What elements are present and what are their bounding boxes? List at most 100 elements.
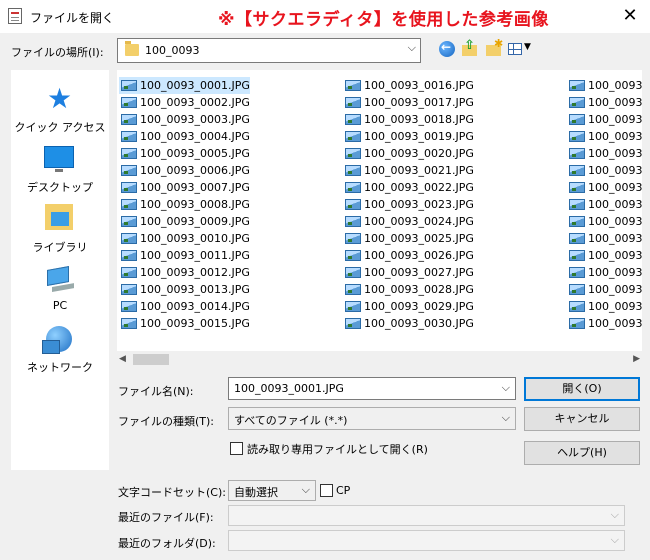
file-item[interactable]: 100_0093_0004.JPG <box>119 128 250 145</box>
jpg-image-icon <box>569 301 585 312</box>
file-item[interactable]: 100_0093_0017.JPG <box>343 94 474 111</box>
file-name: 100_0093_0004.JPG <box>140 130 250 143</box>
file-item[interactable]: 100_0093_0002.JPG <box>119 94 250 111</box>
file-name-truncated: 100_0093_0 <box>588 215 642 228</box>
help-button[interactable]: ヘルプ(H) <box>524 441 640 465</box>
file-item[interactable]: 100_0093_0012.JPG <box>119 264 250 281</box>
file-item[interactable]: 100_0093_0021.JPG <box>343 162 474 179</box>
file-item[interactable]: 100_0093_0008.JPG <box>119 196 250 213</box>
back-button[interactable] <box>437 40 457 58</box>
file-item[interactable]: 100_0093_0 <box>567 94 642 111</box>
jpg-image-icon <box>345 148 361 159</box>
recent-file-combobox[interactable]: ⌵ <box>228 505 625 526</box>
file-name-truncated: 100_0093_0 <box>588 130 642 143</box>
file-item[interactable]: 100_0093_0010.JPG <box>119 230 250 247</box>
file-item[interactable]: 100_0093_0011.JPG <box>119 247 250 264</box>
file-name-truncated: 100_0093_0 <box>588 232 642 245</box>
view-menu-button[interactable]: ▼ <box>507 40 533 58</box>
file-item[interactable]: 100_0093_0019.JPG <box>343 128 474 145</box>
file-item[interactable]: 100_0093_0 <box>567 162 642 179</box>
file-item[interactable]: 100_0093_0009.JPG <box>119 213 250 230</box>
file-name-truncated: 100_0093_0 <box>588 249 642 262</box>
chevron-down-icon[interactable]: ⌵ <box>502 381 510 395</box>
file-item[interactable]: 100_0093_0006.JPG <box>119 162 250 179</box>
jpg-image-icon <box>345 97 361 108</box>
file-item[interactable]: 100_0093_0030.JPG <box>343 315 474 332</box>
back-arrow-icon <box>439 40 455 57</box>
file-item[interactable]: 100_0093_0020.JPG <box>343 145 474 162</box>
file-item[interactable]: 100_0093_0018.JPG <box>343 111 474 128</box>
readonly-checkbox[interactable] <box>230 442 243 455</box>
file-item[interactable]: 100_0093_0 <box>567 145 642 162</box>
file-item[interactable]: 100_0093_0016.JPG <box>343 77 474 94</box>
file-name: 100_0093_0026.JPG <box>364 249 474 262</box>
jpg-image-icon <box>345 80 361 91</box>
jpg-image-icon <box>121 284 137 295</box>
file-list[interactable]: 100_0093_0001.JPG 100_0093_0002.JPG 100_00… <box>117 70 642 368</box>
filetype-combobox[interactable]: すべてのファイル (*.*) ⌵ <box>228 407 516 430</box>
cancel-button[interactable]: キャンセル <box>524 407 640 431</box>
file-item[interactable]: 100_0093_0 <box>567 213 642 230</box>
cp-checkbox[interactable] <box>320 484 333 497</box>
horizontal-scrollbar[interactable]: ◀ ▶ <box>117 351 642 368</box>
scroll-left-icon[interactable]: ◀ <box>119 354 126 364</box>
up-one-level-button[interactable]: ⇧ <box>461 38 481 58</box>
jpg-image-icon <box>121 301 137 312</box>
file-item[interactable]: 100_0093_0 <box>567 111 642 128</box>
open-button[interactable]: 開く(O) <box>524 377 640 401</box>
file-item[interactable]: 100_0093_0023.JPG <box>343 196 474 213</box>
file-name-truncated: 100_0093_0 <box>588 283 642 296</box>
file-item[interactable]: 100_0093_0 <box>567 298 642 315</box>
window-title: ファイルを開く <box>30 11 115 25</box>
jpg-image-icon <box>121 216 137 227</box>
file-item[interactable]: 100_0093_0 <box>567 196 642 213</box>
new-folder-button[interactable]: ✱ <box>484 37 504 58</box>
look-in-combobox[interactable]: 100_0093 ⌵ <box>117 38 421 63</box>
place-network[interactable]: ネットワーク <box>11 318 109 378</box>
file-name: 100_0093_0010.JPG <box>140 232 250 245</box>
file-item[interactable]: 100_0093_0015.JPG <box>119 315 250 332</box>
filename-label: ファイル名(N): <box>118 385 194 398</box>
jpg-image-icon <box>569 199 585 210</box>
file-item[interactable]: 100_0093_0005.JPG <box>119 145 250 162</box>
file-item[interactable]: 100_0093_0013.JPG <box>119 281 250 298</box>
file-item[interactable]: 100_0093_0025.JPG <box>343 230 474 247</box>
jpg-image-icon <box>121 182 137 193</box>
filename-combobox[interactable]: 100_0093_0001.JPG ⌵ <box>228 377 516 400</box>
file-item[interactable]: 100_0093_0027.JPG <box>343 264 474 281</box>
file-item[interactable]: 100_0093_0029.JPG <box>343 298 474 315</box>
charset-combobox[interactable]: 自動選択 ⌵ <box>228 480 316 501</box>
file-item[interactable]: 100_0093_0003.JPG <box>119 111 250 128</box>
jpg-image-icon <box>345 233 361 244</box>
scroll-right-icon[interactable]: ▶ <box>633 354 640 364</box>
jpg-image-icon <box>121 80 137 91</box>
file-item[interactable]: 100_0093_0 <box>567 315 642 332</box>
scrollbar-thumb[interactable] <box>133 354 169 365</box>
file-item[interactable]: 100_0093_0024.JPG <box>343 213 474 230</box>
file-name: 100_0093_0006.JPG <box>140 164 250 177</box>
places-bar: ★ クイック アクセス デスクトップ ライブラリ PC ネットワーク <box>11 70 109 470</box>
desktop-icon <box>44 146 74 172</box>
place-desktop[interactable]: デスクトップ <box>11 138 109 198</box>
file-item[interactable]: 100_0093_0014.JPG <box>119 298 250 315</box>
file-item[interactable]: 100_0093_0 <box>567 179 642 196</box>
file-item[interactable]: 100_0093_0001.JPG <box>119 77 250 94</box>
place-library[interactable]: ライブラリ <box>11 198 109 258</box>
place-quick-access[interactable]: ★ クイック アクセス <box>11 78 109 138</box>
file-item[interactable]: 100_0093_0 <box>567 230 642 247</box>
recent-folder-combobox[interactable]: ⌵ <box>228 530 625 551</box>
file-item[interactable]: 100_0093_0 <box>567 264 642 281</box>
place-pc[interactable]: PC <box>11 258 109 318</box>
file-item[interactable]: 100_0093_0 <box>567 281 642 298</box>
file-name-truncated: 100_0093_0 <box>588 96 642 109</box>
file-item[interactable]: 100_0093_0022.JPG <box>343 179 474 196</box>
file-item[interactable]: 100_0093_0 <box>567 128 642 145</box>
cp-label: CP <box>336 484 351 497</box>
file-item[interactable]: 100_0093_0028.JPG <box>343 281 474 298</box>
file-item[interactable]: 100_0093_0 <box>567 77 642 94</box>
close-icon[interactable]: ✕ <box>618 4 642 28</box>
file-item[interactable]: 100_0093_0 <box>567 247 642 264</box>
file-name: 100_0093_0018.JPG <box>364 113 474 126</box>
file-item[interactable]: 100_0093_0026.JPG <box>343 247 474 264</box>
file-item[interactable]: 100_0093_0007.JPG <box>119 179 250 196</box>
